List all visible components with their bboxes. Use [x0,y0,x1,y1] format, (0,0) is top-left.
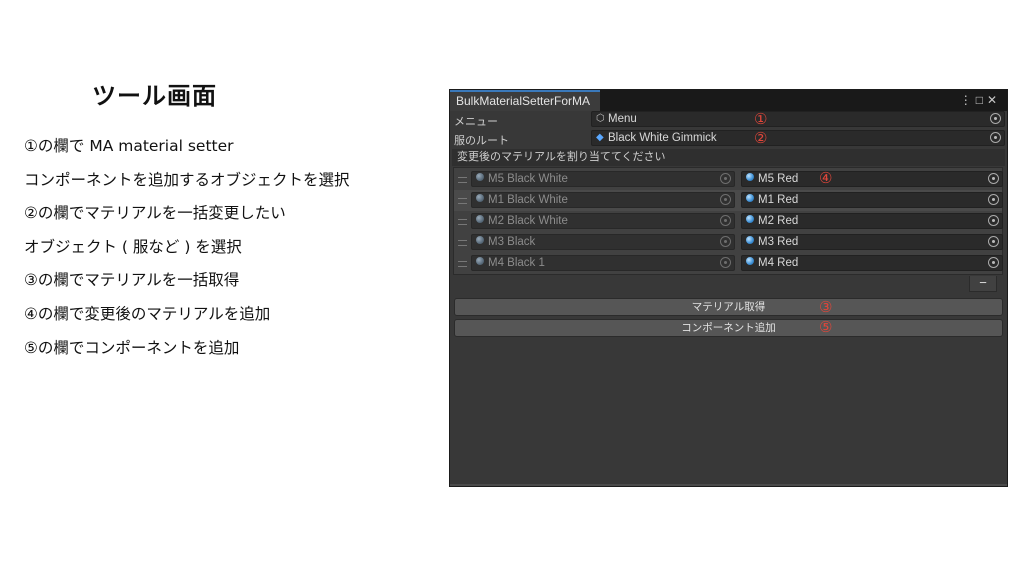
material-row: M3 Black M3 Red [454,232,1003,253]
target-material-field[interactable]: M2 Red [741,213,1003,229]
drag-handle-icon[interactable] [458,177,467,183]
get-materials-button[interactable]: マテリアル取得 [454,298,1003,316]
prefab-cube-icon: ◆ [596,132,604,143]
material-sphere-icon [476,194,484,202]
material-sphere-icon [476,236,484,244]
instruction-line: ③の欄でマテリアルを一括取得 [24,271,240,290]
material-sphere-icon [746,194,754,202]
material-sphere-icon [746,257,754,265]
object-picker-icon[interactable] [988,194,999,205]
instruction-line: オブジェクト ( 服など ) を選択 [24,237,242,256]
editor-window: BulkMaterialSetterForMA ⋮□✕ メニュー ⬡ Menu … [449,89,1008,487]
target-material-field[interactable]: M3 Red [741,234,1003,250]
target-material-field[interactable]: M4 Red [741,255,1003,271]
object-picker-icon [720,236,731,247]
material-list: M5 Black White M5 Red M1 Black White M1 … [453,167,1003,275]
add-component-button[interactable]: コンポーネント追加 [454,319,1003,337]
maximize-icon[interactable]: □ [976,93,987,107]
material-sphere-icon [476,173,484,181]
source-material-field: M4 Black 1 [471,255,735,271]
target-material-field[interactable]: M1 Red [741,192,1003,208]
annotation-marker-1: ① [754,111,768,128]
instruction-line: ④の欄で変更後のマテリアルを追加 [24,304,271,323]
menu-object-value: Menu [608,113,637,125]
annotation-marker-2: ② [754,130,768,147]
material-sphere-icon [746,173,754,181]
instruction-line: ②の欄でマテリアルを一括変更したい [24,204,286,223]
source-material-field: M2 Black White [471,213,735,229]
close-icon[interactable]: ✕ [987,93,1001,107]
object-picker-icon [720,215,731,226]
material-sphere-icon [476,257,484,265]
slide-title: ツール画面 [92,82,217,110]
remove-element-button[interactable]: − [969,276,997,292]
drag-handle-icon[interactable] [458,240,467,246]
material-sphere-icon [746,215,754,223]
instruction-list: ①の欄で MA material setter コンポーネントを追加するオブジェ… [24,136,350,371]
window-titlebar: BulkMaterialSetterForMA ⋮□✕ [450,90,1007,111]
cube-outline-icon: ⬡ [596,113,605,124]
root-object-value: Black White Gimmick [608,132,717,144]
object-picker-icon [720,194,731,205]
annotation-marker-4: ④ [819,170,833,187]
target-material-field[interactable]: M5 Red [741,171,1003,187]
object-picker-icon[interactable] [990,132,1001,143]
instruction-line: ⑤の欄でコンポーネントを追加 [24,338,240,357]
root-label: 服のルート [454,135,509,147]
section-header: 変更後のマテリアルを割り当ててください [452,149,1005,166]
object-picker-icon[interactable] [990,113,1001,124]
object-picker-icon[interactable] [988,257,999,268]
menu-object-field[interactable]: ⬡ Menu [591,111,1005,127]
object-picker-icon[interactable] [988,173,999,184]
material-row: M2 Black White M2 Red [454,211,1003,232]
object-picker-icon [720,173,731,184]
root-object-field[interactable]: ◆ Black White Gimmick [591,130,1005,146]
drag-handle-icon[interactable] [458,198,467,204]
instruction-line: ①の欄で MA material setter [24,137,234,155]
menu-label: メニュー [454,116,498,128]
material-sphere-icon [476,215,484,223]
annotation-marker-3: ③ [819,299,833,316]
material-row: M5 Black White M5 Red [454,169,1003,190]
window-tab[interactable]: BulkMaterialSetterForMA [450,90,600,111]
annotation-marker-5: ⑤ [819,319,833,336]
material-sphere-icon [746,236,754,244]
object-picker-icon[interactable] [988,215,999,226]
object-picker-icon[interactable] [988,236,999,247]
drag-handle-icon[interactable] [458,219,467,225]
window-bottom-edge [450,484,1007,486]
source-material-field: M5 Black White [471,171,735,187]
source-material-field: M1 Black White [471,192,735,208]
object-picker-icon [720,257,731,268]
material-row: M1 Black White M1 Red [454,190,1003,211]
kebab-menu-icon[interactable]: ⋮ [960,93,976,107]
drag-handle-icon[interactable] [458,261,467,267]
source-material-field: M3 Black [471,234,735,250]
material-row: M4 Black 1 M4 Red [454,253,1003,274]
instruction-line: コンポーネントを追加するオブジェクトを選択 [24,170,350,189]
